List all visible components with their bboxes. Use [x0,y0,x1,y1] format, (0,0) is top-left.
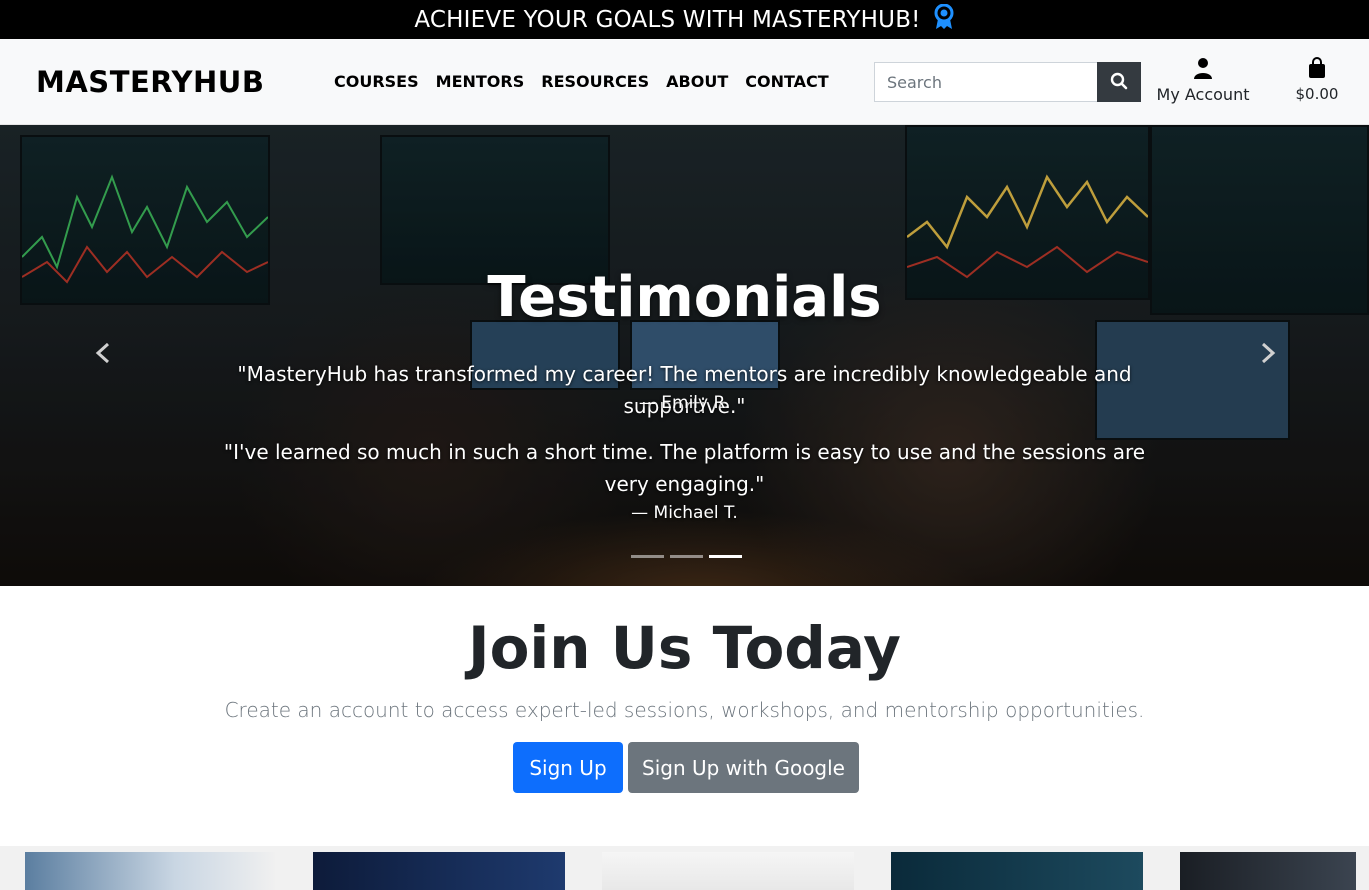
course-card-image[interactable] [313,852,565,890]
nav-resources[interactable]: RESOURCES [541,72,649,91]
testimonial-quote: "I've learned so much in such a short ti… [223,440,1146,496]
brand-logo[interactable]: MASTERYHUB [36,65,264,99]
promo-banner: ACHIEVE YOUR GOALS WITH MASTERYHUB! [0,0,1369,39]
testimonial-author: — Michael T. [631,503,738,523]
chevron-right-icon [1260,342,1276,368]
testimonial-author: — Emily R. [638,393,731,413]
sign-up-button[interactable]: Sign Up [513,742,623,793]
my-account-label: My Account [1156,85,1250,104]
carousel-indicator[interactable] [670,555,703,558]
promo-text: ACHIEVE YOUR GOALS WITH MASTERYHUB! [414,6,921,33]
nav-courses[interactable]: COURSES [334,72,419,91]
sign-up-google-button[interactable]: Sign Up with Google [628,742,859,793]
search-icon [1110,72,1128,93]
nav-about[interactable]: ABOUT [666,72,728,91]
nav-contact[interactable]: CONTACT [745,72,828,91]
cart-total: $0.00 [1295,85,1339,103]
carousel-indicators [631,555,742,558]
cart-link[interactable]: $0.00 [1286,57,1348,103]
search-input[interactable] [874,62,1097,102]
course-card-image[interactable] [602,852,854,890]
course-card-image[interactable] [1180,852,1356,890]
carousel-prev-button[interactable] [88,340,118,370]
join-lead-text: Create an account to access expert-led s… [224,698,1145,722]
carousel-indicator[interactable] [631,555,664,558]
chevron-left-icon [95,342,111,368]
search-form [874,62,1141,102]
award-ribbon-icon [933,3,955,36]
course-card-image[interactable] [25,852,275,890]
testimonials-carousel: Testimonials "MasteryHub has transformed… [0,125,1369,586]
join-section: Join Us Today Create an account to acces… [0,586,1369,846]
course-cards-row [0,846,1369,890]
join-heading: Join Us Today [468,614,901,682]
user-icon [1193,58,1213,83]
carousel-caption: Testimonials "MasteryHub has transformed… [0,125,1369,586]
nav-links: COURSES MENTORS RESOURCES ABOUT CONTACT [334,72,829,91]
course-card-image[interactable] [891,852,1143,890]
carousel-next-button[interactable] [1253,340,1283,370]
my-account-link[interactable]: My Account [1150,57,1256,104]
nav-mentors[interactable]: MENTORS [436,72,525,91]
search-button[interactable] [1097,62,1141,102]
shopping-bag-icon [1307,57,1327,83]
main-navbar: MASTERYHUB COURSES MENTORS RESOURCES ABO… [0,39,1369,125]
carousel-indicator-active[interactable] [709,555,742,558]
testimonials-heading: Testimonials [487,265,882,330]
